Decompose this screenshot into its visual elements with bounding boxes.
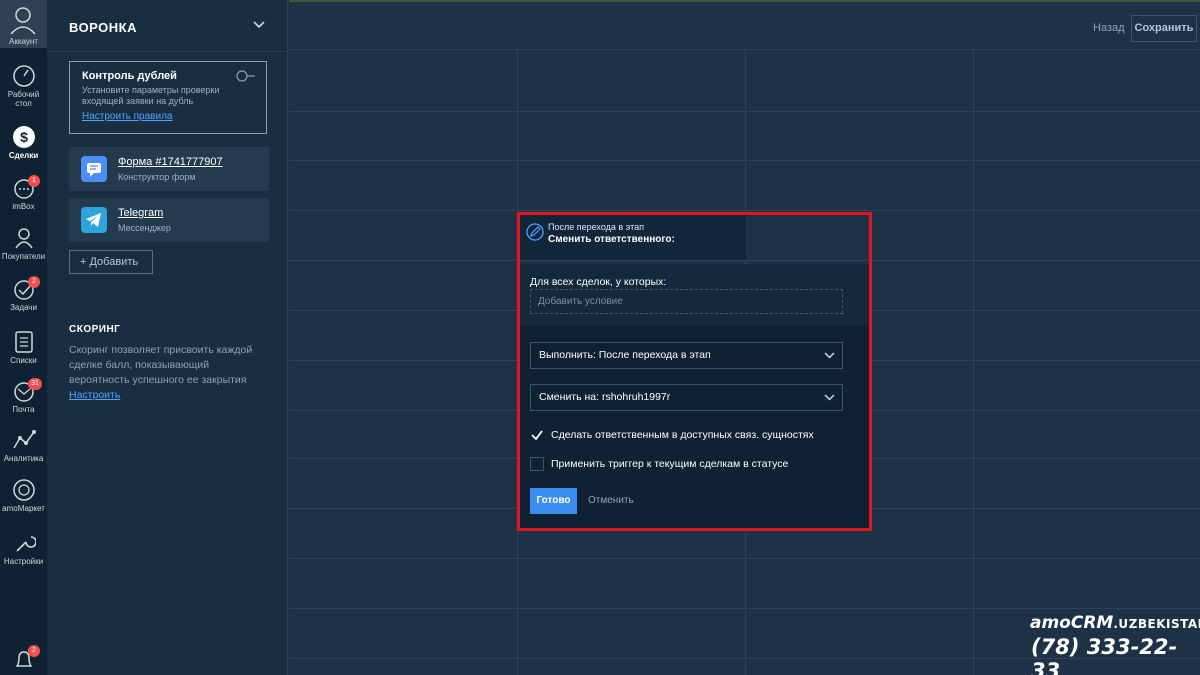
nav-label: Аналитика <box>3 454 44 463</box>
deals-icon: $ <box>12 126 35 148</box>
source-telegram[interactable]: Telegram Мессенджер <box>69 198 269 242</box>
nav-customers[interactable]: Покупатели <box>0 226 47 261</box>
nav-settings[interactable]: Настройки <box>0 531 47 566</box>
user-icon <box>10 7 36 35</box>
analytics-icon <box>12 430 36 449</box>
nav-badge: 1 <box>28 175 40 187</box>
nav-label: Покупатели <box>1 252 46 261</box>
brand-watermark: amoCRM.UZBEKISTAN <box>1030 613 1200 633</box>
nav-badge: 31 <box>28 378 42 390</box>
grid-column-divider <box>973 50 974 675</box>
scoring-description: Скоринг позволяет присвоить каждой сделк… <box>69 344 253 386</box>
grid-row-divider <box>289 111 1200 112</box>
nav-label: amoМаркет <box>2 504 45 513</box>
back-button[interactable]: Назад <box>1093 22 1125 34</box>
brand-suffix: .UZBEKISTAN <box>1113 617 1200 631</box>
source-subtitle: Конструктор форм <box>118 172 196 182</box>
top-bar: Назад Сохранить <box>289 0 1200 50</box>
nav-badge: 2 <box>28 645 40 657</box>
form-icon <box>81 156 107 182</box>
nav-notifications[interactable]: 2 <box>0 645 47 674</box>
source-subtitle: Мессенджер <box>118 223 171 233</box>
nav-label: imBox <box>12 202 35 211</box>
panel-header: ВОРОНКА <box>47 0 288 52</box>
configure-rules-link[interactable]: Настроить правила <box>82 111 172 122</box>
grid-row-divider <box>289 608 1200 609</box>
brand-main: amoCRM <box>1030 613 1114 633</box>
phone-watermark: (78) 333-22-33 <box>1031 635 1178 675</box>
nav-lists[interactable]: Списки <box>0 330 47 365</box>
market-icon <box>12 479 35 501</box>
lists-icon <box>14 331 33 353</box>
nav-label: Рабочий стол <box>7 90 40 108</box>
chevron-down-icon[interactable] <box>252 20 266 30</box>
nav-label: Сделки <box>8 151 39 160</box>
nav-label: Задачи <box>10 303 37 312</box>
save-button[interactable]: Сохранить <box>1131 15 1197 42</box>
duplicate-control-box: Контроль дублей Установите параметры про… <box>69 61 267 134</box>
add-source-button[interactable]: + Добавить <box>69 250 153 274</box>
duplicate-control-description: Установите параметры проверки входящей з… <box>82 85 220 106</box>
funnel-panel: ВОРОНКА Контроль дублей Установите парам… <box>47 0 288 675</box>
grid-row-divider <box>289 210 1200 211</box>
nav-mail[interactable]: 31 Почта <box>0 378 47 414</box>
nav-analytics[interactable]: Аналитика <box>0 428 47 463</box>
source-name[interactable]: Форма #1741777907 <box>118 156 223 168</box>
dashboard-icon <box>12 65 35 87</box>
nav-badge: 2 <box>28 276 40 288</box>
highlight-frame <box>517 212 872 531</box>
nav-tasks[interactable]: 2 Задачи <box>0 276 47 312</box>
nav-market[interactable]: amoМаркет <box>0 478 47 513</box>
nav-label: Списки <box>10 356 37 365</box>
nav-deals[interactable]: $ Сделки <box>0 125 47 160</box>
grid-row-divider <box>289 160 1200 161</box>
grid-row-divider <box>289 558 1200 559</box>
account-label: Аккаунт <box>9 37 38 46</box>
telegram-icon <box>81 207 107 233</box>
scoring-configure-link[interactable]: Настроить <box>69 389 120 401</box>
duplicate-toggle[interactable] <box>236 70 256 82</box>
source-form[interactable]: Форма #1741777907 Конструктор форм <box>69 147 269 191</box>
nav-label: Почта <box>12 405 35 414</box>
customers-icon <box>14 228 33 249</box>
nav-label: Настройки <box>3 557 44 566</box>
nav-dashboard[interactable]: Рабочий стол <box>0 64 47 108</box>
scoring-title: СКОРИНГ <box>69 324 121 335</box>
svg-text:$: $ <box>20 129 28 145</box>
panel-title: ВОРОНКА <box>69 20 137 35</box>
duplicate-control-title: Контроль дублей <box>82 70 177 82</box>
nav-imbox[interactable]: 1 imBox <box>0 175 47 211</box>
source-name[interactable]: Telegram <box>118 207 163 219</box>
left-nav: Аккаунт Рабочий стол $ Сделки 1 imBox По… <box>0 0 47 675</box>
account-button[interactable]: Аккаунт <box>0 0 47 48</box>
settings-icon <box>15 536 36 552</box>
